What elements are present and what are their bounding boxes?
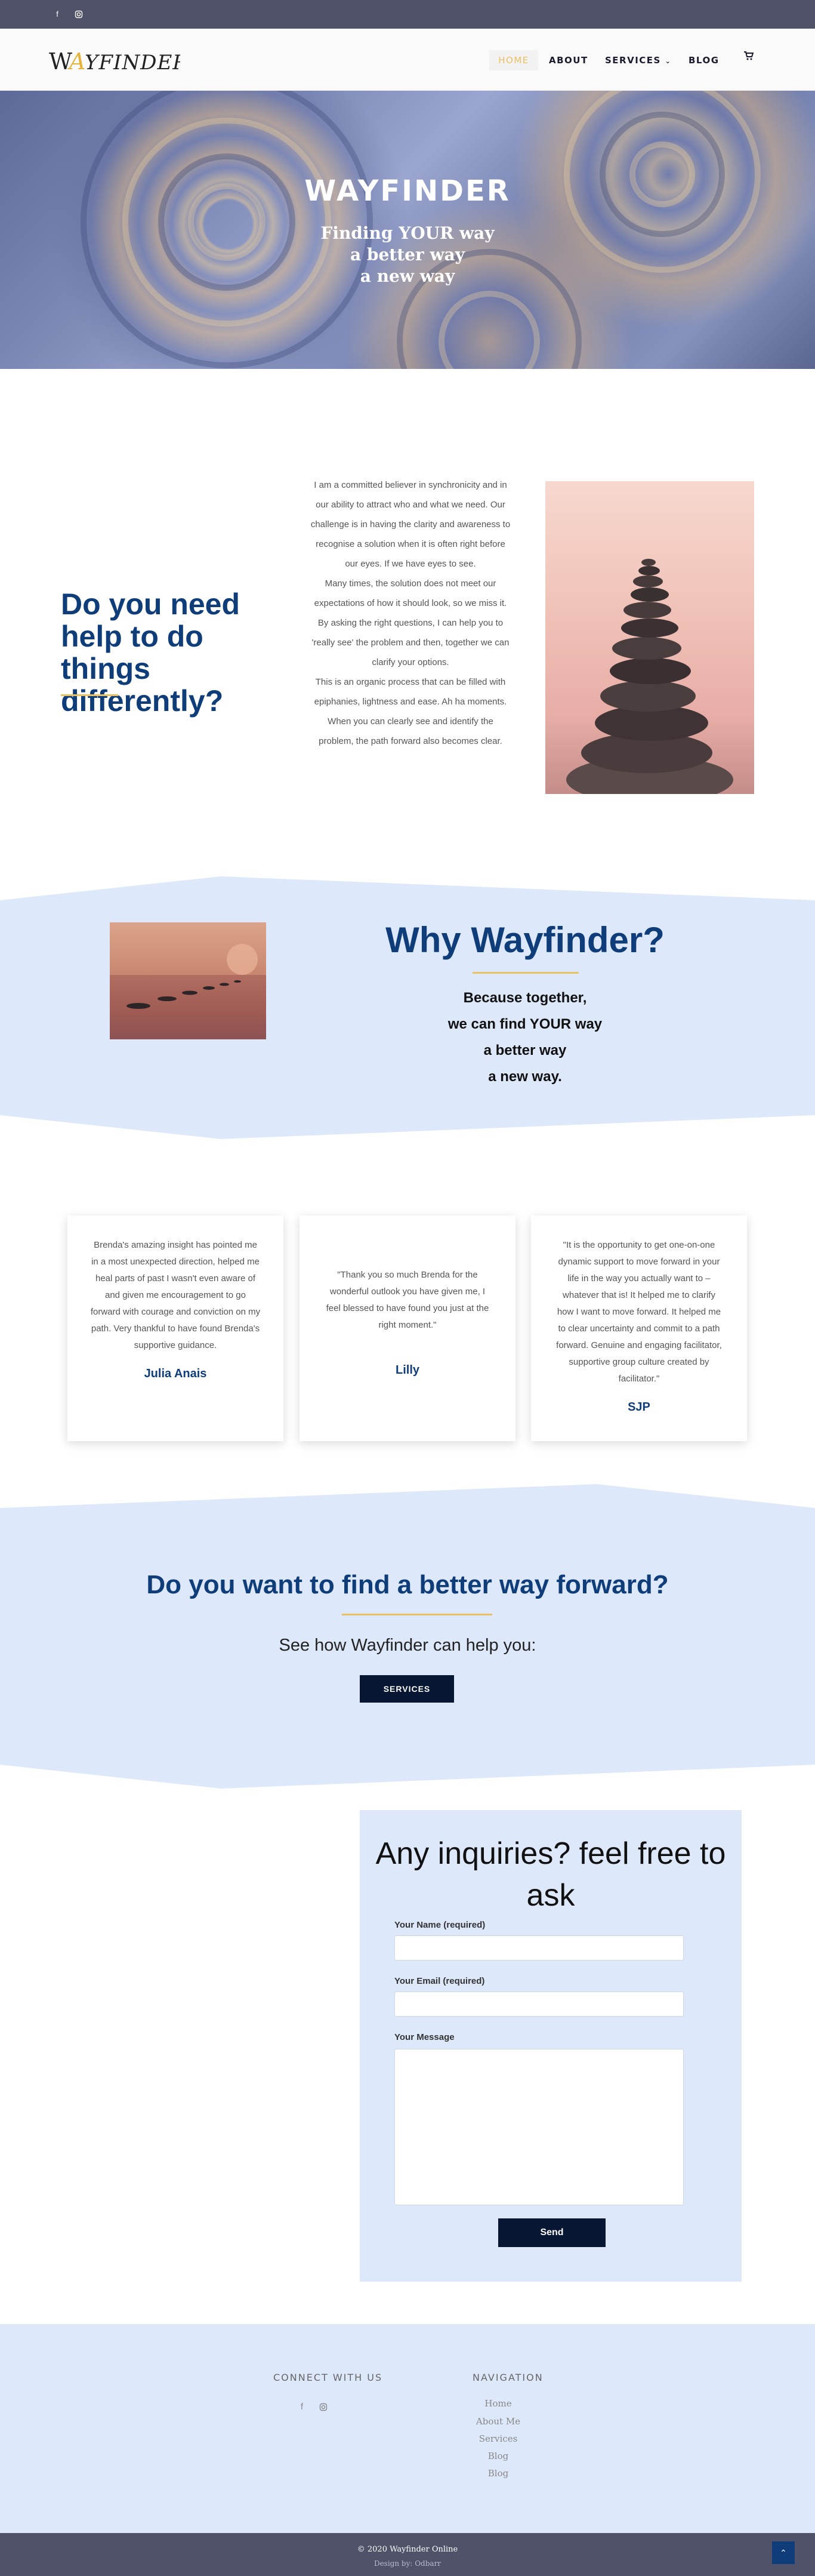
stepping-stones-image: [110, 922, 266, 1039]
intro-heading-underline: [61, 694, 118, 696]
intro-paragraph: This is an organic process that can be f…: [314, 677, 507, 746]
why-title: Why Wayfinder?: [385, 920, 665, 960]
nav-services[interactable]: SERVICES ⌄: [605, 50, 671, 70]
testimonial-text: "It is the opportunity to get one-on-one…: [556, 1240, 722, 1384]
facebook-icon[interactable]: f: [296, 2402, 308, 2414]
testimonial-card: "It is the opportunity to get one-on-one…: [531, 1215, 747, 1441]
connect-heading: CONNECT WITH US: [273, 2372, 383, 2383]
chevron-down-icon: ⌄: [665, 57, 672, 65]
cta-title: Do you want to find a better way forward…: [146, 1570, 669, 1599]
form-title: Any inquiries? feel free to ask: [375, 1836, 726, 1913]
hero-title: WAYFINDER: [304, 174, 511, 208]
services-button[interactable]: SERVICES: [360, 1675, 454, 1703]
nav-blog[interactable]: BLOG: [689, 50, 720, 70]
name-field[interactable]: [394, 1935, 684, 1961]
contact-form: Any inquiries? feel free to ask Your Nam…: [360, 1810, 742, 2282]
testimonial-text: "Thank you so much Brenda for the wonder…: [326, 1270, 489, 1330]
nav-about[interactable]: ABOUT: [549, 50, 588, 70]
intro-paragraph: Many times, the solution does not meet o…: [314, 578, 507, 608]
intro-text: I am a committed believer in synchronici…: [310, 475, 511, 751]
top-bar: f: [0, 0, 815, 29]
why-line-3: a better way: [483, 1042, 567, 1058]
instagram-icon[interactable]: [73, 8, 85, 20]
bottom-bar: © 2020 Wayfinder Online Design by: Odbar…: [0, 2533, 815, 2576]
footer-link-home[interactable]: Home: [462, 2398, 534, 2409]
cart-icon[interactable]: [743, 50, 755, 62]
hero-line-3: a new way: [360, 266, 455, 286]
message-label: Your Message: [394, 2032, 455, 2042]
hero-line-2: a better way: [350, 245, 465, 264]
footer-link-services[interactable]: Services: [462, 2433, 534, 2444]
testimonial-author: Lilly: [395, 1364, 419, 1377]
instagram-icon[interactable]: [317, 2402, 329, 2414]
footer-link-blog[interactable]: Blog: [462, 2451, 534, 2461]
hero-line-1: Finding YOUR way: [320, 223, 495, 243]
why-title-underline: [473, 972, 579, 974]
back-to-top-icon[interactable]: ⌃: [772, 2541, 795, 2564]
email-field[interactable]: [394, 1992, 684, 2017]
site-logo[interactable]: W A YFINDER: [49, 45, 188, 75]
testimonial-card: Brenda's amazing insight has pointed me …: [67, 1215, 283, 1441]
copyright: © 2020 Wayfinder Online: [357, 2545, 458, 2554]
nav-services-label: SERVICES: [605, 55, 661, 66]
site-header: W A YFINDER HOME ABOUT SERVICES ⌄ BLOG: [0, 29, 815, 91]
svg-text:YFINDER: YFINDER: [85, 51, 180, 75]
nav-home[interactable]: HOME: [489, 50, 538, 70]
svg-text:A: A: [67, 48, 86, 75]
footer-link-about[interactable]: About Me: [462, 2416, 534, 2427]
intro-paragraph: By asking the right questions, I can hel…: [311, 618, 510, 667]
testimonial-card: "Thank you so much Brenda for the wonder…: [300, 1215, 515, 1441]
testimonial-text: Brenda's amazing insight has pointed me …: [90, 1240, 261, 1350]
name-label: Your Name (required): [394, 1920, 486, 1930]
hero-banner: WAYFINDER Finding YOUR way a better way …: [0, 91, 815, 369]
cta-title-underline: [342, 1614, 492, 1615]
intro-paragraph: I am a committed believer in synchronici…: [310, 480, 511, 569]
stone-stack-image: [545, 481, 754, 794]
why-line-2: we can find YOUR way: [447, 1016, 603, 1032]
message-field[interactable]: [394, 2049, 684, 2205]
send-button[interactable]: Send: [498, 2218, 606, 2247]
cta-subtitle: See how Wayfinder can help you:: [279, 1636, 536, 1655]
footer-link-blog-2[interactable]: Blog: [462, 2468, 534, 2479]
email-label: Your Email (required): [394, 1976, 485, 1986]
why-line-4: a new way.: [488, 1069, 562, 1085]
testimonial-author: Julia Anais: [144, 1367, 207, 1380]
design-credit: Design by: Odbarr: [373, 2559, 442, 2568]
testimonial-author: SJP: [628, 1401, 650, 1414]
intro-heading: Do you need help to do things differentl…: [61, 587, 240, 718]
navigation-heading: NAVIGATION: [473, 2372, 544, 2383]
why-line-1: Because together,: [463, 990, 587, 1006]
site-footer: CONNECT WITH US f NAVIGATION Home About …: [0, 2324, 815, 2533]
facebook-icon[interactable]: f: [51, 8, 63, 20]
